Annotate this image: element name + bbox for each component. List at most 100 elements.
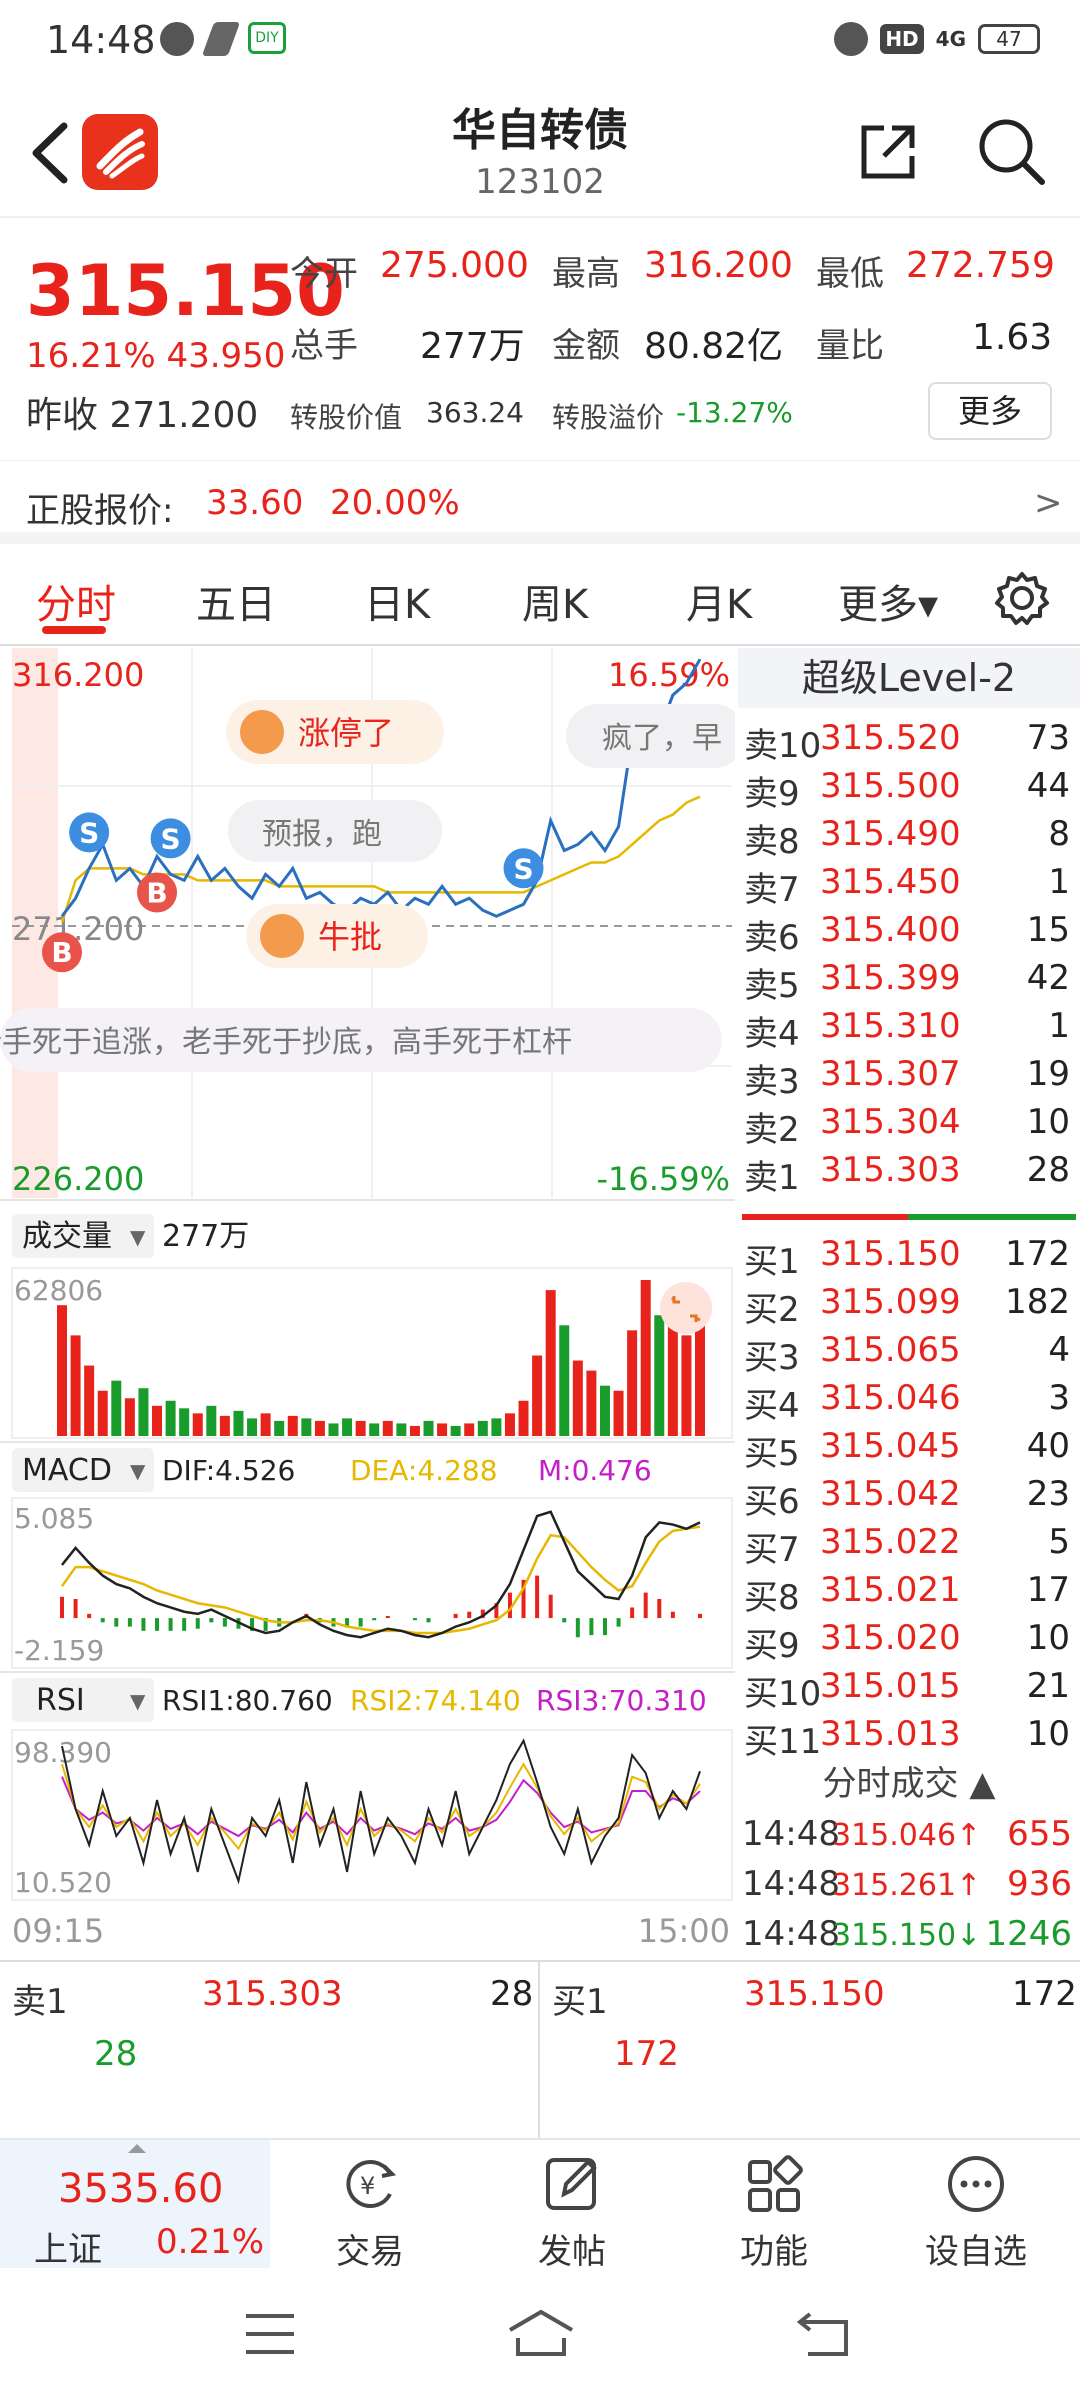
- tab-monthly-k[interactable]: 月K: [686, 572, 752, 630]
- book-ask-price: 315.303: [202, 1974, 343, 2014]
- more-quote-button[interactable]: 更多: [928, 382, 1052, 440]
- ask-row[interactable]: 卖4 315.310 1: [738, 1000, 1080, 1054]
- sell-marker[interactable]: S: [69, 812, 110, 853]
- volume-bar: [138, 1388, 149, 1436]
- bid-row[interactable]: 买4 315.046 3: [738, 1372, 1080, 1426]
- trade-yen-icon: ¥: [346, 2160, 397, 2208]
- bid-row[interactable]: 买9 315.020 10: [738, 1612, 1080, 1666]
- ask-row[interactable]: 卖9 315.500 44: [738, 760, 1080, 814]
- back-nav-icon[interactable]: [796, 2308, 852, 2358]
- rsi1-line: [61, 1738, 701, 1885]
- features-button[interactable]: 功能: [674, 2140, 874, 2272]
- comment-bubble-3[interactable]: 牛批: [246, 904, 428, 968]
- tab-more[interactable]: 更多▾: [838, 572, 938, 630]
- add-watchlist-button[interactable]: 设自选: [876, 2140, 1076, 2272]
- volume-bar: [206, 1405, 217, 1436]
- share-icon[interactable]: [856, 120, 920, 184]
- bid-volume: 172: [1005, 1234, 1070, 1274]
- prev-close-value: 271.200: [109, 395, 259, 436]
- comment-bubble-4[interactable]: 疯了，早: [566, 704, 746, 768]
- status-time: 14:48: [46, 18, 156, 62]
- bid-row[interactable]: 买7 315.022 5: [738, 1516, 1080, 1570]
- price-top-label: 316.200: [12, 656, 144, 694]
- volume-bar: [599, 1385, 610, 1436]
- comment-bubble-5[interactable]: 新手死于追涨，老手死于抄底，高手死于杠杆: [0, 1008, 722, 1072]
- pct-bottom-label: -16.59%: [596, 1160, 730, 1198]
- ask-row[interactable]: 卖3 315.307 19: [738, 1048, 1080, 1102]
- underlying-stock-row[interactable]: 正股报价: 33.60 20.00% >: [0, 460, 1080, 544]
- tick-volume: 936: [1007, 1864, 1072, 1904]
- send-icon: [201, 22, 241, 56]
- alarm-icon: [834, 22, 869, 56]
- search-icon[interactable]: [976, 116, 1046, 186]
- ask-row[interactable]: 卖7 315.450 1: [738, 856, 1080, 910]
- ask-volume: 10: [1026, 1102, 1070, 1142]
- bid-volume: 5: [1048, 1522, 1070, 1562]
- volume-bars: [57, 1280, 705, 1436]
- trade-button[interactable]: ¥ 交易: [270, 2140, 470, 2272]
- grid-apps-icon: [748, 2155, 803, 2212]
- ask-price: 315.303: [820, 1150, 961, 1190]
- tick-time: 14:48: [742, 1914, 840, 1954]
- home-icon[interactable]: [506, 2308, 576, 2358]
- tab-intraday[interactable]: 分时: [36, 572, 116, 630]
- tab-daily-k[interactable]: 日K: [364, 572, 430, 630]
- sell-marker[interactable]: S: [150, 818, 191, 859]
- intraday-charts[interactable]: 316.200 16.59% 271.200 226.200 -16.59% B…: [0, 648, 746, 1958]
- bid-row[interactable]: 买2 315.099 182: [738, 1276, 1080, 1330]
- volume-bar: [84, 1365, 95, 1436]
- book-bid-price: 315.150: [744, 1974, 885, 2014]
- volume-total: 277万: [162, 1219, 249, 1254]
- buy-marker[interactable]: B: [42, 932, 82, 973]
- bid-price: 315.099: [820, 1282, 961, 1322]
- volume-bar: [152, 1405, 163, 1436]
- level2-panel[interactable]: 超级Level-2 卖10 315.520 73 卖9 315.500 44 卖8 …: [738, 648, 1080, 1958]
- sell-marker[interactable]: S: [503, 848, 544, 889]
- ask-volume: 44: [1026, 766, 1070, 806]
- ask-row[interactable]: 卖6 315.400 15: [738, 904, 1080, 958]
- chevron-right-icon: >: [1034, 483, 1063, 523]
- ask-volume: 28: [1026, 1150, 1070, 1190]
- ask-price: 315.490: [820, 814, 961, 854]
- ask-row[interactable]: 卖8 315.490 8: [738, 808, 1080, 862]
- bid-row[interactable]: 买5 315.045 40: [738, 1420, 1080, 1474]
- features-label: 功能: [740, 2232, 808, 2272]
- bid-row[interactable]: 买6 315.042 23: [738, 1468, 1080, 1522]
- settings-gear-icon[interactable]: [994, 570, 1050, 626]
- bid-row[interactable]: 买3 315.065 4: [738, 1324, 1080, 1378]
- volume-bar: [179, 1408, 190, 1436]
- ask-row[interactable]: 卖10 315.520 73: [738, 712, 1080, 766]
- buy-marker[interactable]: B: [137, 872, 178, 913]
- ask-row[interactable]: 卖2 315.304 10: [738, 1096, 1080, 1150]
- level2-title[interactable]: 超级Level-2: [738, 648, 1080, 708]
- volume-bar: [572, 1360, 583, 1436]
- ask-row[interactable]: 卖1 315.303 28: [738, 1144, 1080, 1198]
- tick-time: 14:48: [742, 1864, 840, 1904]
- bid-volume: 21: [1026, 1666, 1070, 1706]
- index-ticker[interactable]: 3535.60 上证 0.21%: [0, 2140, 270, 2270]
- post-button[interactable]: 发帖: [472, 2140, 672, 2272]
- tab-five-day[interactable]: 五日: [196, 572, 276, 630]
- bid-row[interactable]: 买8 315.021 17: [738, 1564, 1080, 1618]
- bid-row[interactable]: 买1 315.150 172: [738, 1228, 1080, 1282]
- bid-row[interactable]: 买10 315.015 21: [738, 1660, 1080, 1714]
- conv-value-label: 转股价值: [290, 401, 403, 434]
- comment-bubble-2[interactable]: 预报，跑: [228, 800, 442, 862]
- chart-area[interactable]: 316.200 16.59% 271.200 226.200 -16.59% B…: [0, 648, 746, 1958]
- macd-selector-label: MACD: [22, 1453, 112, 1488]
- bid-price: 315.046: [820, 1378, 961, 1418]
- comment-bubble-1[interactable]: 涨停了: [226, 700, 444, 764]
- ask-price: 315.450: [820, 862, 961, 902]
- menu-icon[interactable]: [244, 2312, 296, 2356]
- tab-weekly-k[interactable]: 周K: [522, 572, 588, 630]
- signal-icon: 4G: [935, 27, 966, 51]
- ticks-header[interactable]: 分时成交 ▲: [738, 1756, 1080, 1805]
- conv-value: 363.24: [426, 396, 524, 429]
- underlying-label: 正股报价:: [26, 491, 174, 531]
- macd-dea-line: [60, 1525, 701, 1635]
- volume-bar: [111, 1380, 122, 1436]
- expand-icon[interactable]: [660, 1282, 712, 1334]
- tick-volume: 1246: [985, 1914, 1072, 1954]
- ask-row[interactable]: 卖5 315.399 42: [738, 952, 1080, 1006]
- bid-row[interactable]: 买11 315.013 10: [738, 1708, 1080, 1762]
